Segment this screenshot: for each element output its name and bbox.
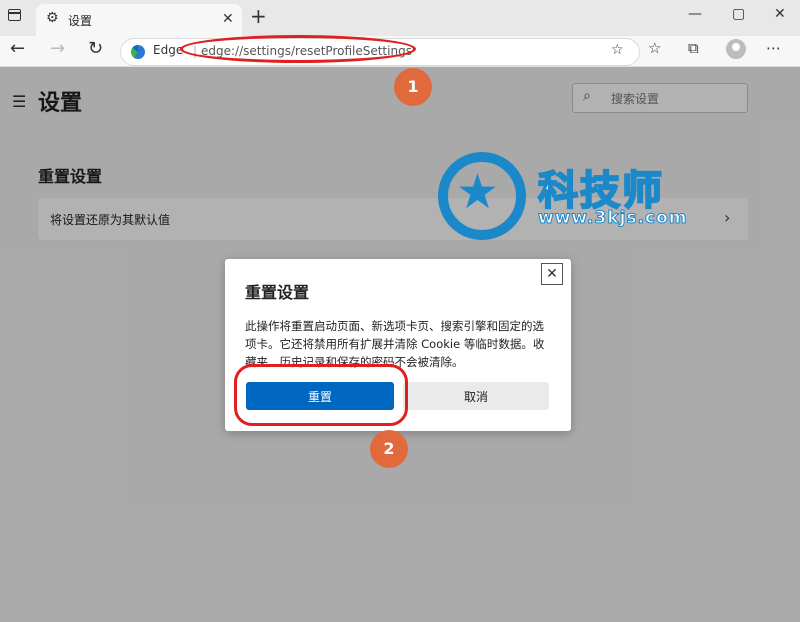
forward-icon[interactable]: → xyxy=(50,38,65,59)
annotation-step-2: 2 xyxy=(370,430,408,468)
close-window-button[interactable]: ✕ xyxy=(774,6,786,22)
annotation-url-highlight xyxy=(180,35,416,63)
maximize-button[interactable]: ▢ xyxy=(732,6,745,22)
watermark-url: www.3kjs.com xyxy=(538,208,688,229)
refresh-icon[interactable]: ↻ xyxy=(88,38,103,59)
tab-strip: ⚙ 设置 ✕ + — ▢ ✕ xyxy=(0,0,800,36)
favorite-add-icon[interactable]: ☆ xyxy=(611,42,624,58)
cancel-button[interactable]: 取消 xyxy=(403,382,549,410)
address-prefix: Edge xyxy=(153,43,184,57)
tab-actions-icon[interactable] xyxy=(8,9,21,21)
favorites-icon[interactable]: ☆ xyxy=(648,39,661,57)
dialog-title: 重置设置 xyxy=(245,283,310,302)
watermark-star-icon: ★ xyxy=(456,164,500,220)
close-icon[interactable]: ✕ xyxy=(541,263,563,285)
more-icon[interactable]: ⋯ xyxy=(766,39,781,57)
dialog-body: 此操作将重置启动页面、新选项卡页、搜索引擎和固定的选项卡。它还将禁用所有扩展并清… xyxy=(245,319,545,369)
new-tab-button[interactable]: + xyxy=(250,4,267,28)
gear-icon: ⚙ xyxy=(46,10,59,26)
minimize-button[interactable]: — xyxy=(688,6,702,22)
profile-icon[interactable] xyxy=(726,39,746,59)
annotation-step-1: 1 xyxy=(394,68,432,106)
annotation-button-highlight xyxy=(234,364,408,426)
back-icon[interactable]: ← xyxy=(10,38,25,59)
tab-title: 设置 xyxy=(68,14,93,28)
tab-settings[interactable]: ⚙ 设置 ✕ xyxy=(36,4,242,36)
tab-close-icon[interactable]: ✕ xyxy=(222,11,234,27)
collections-icon[interactable]: ⧉ xyxy=(688,39,699,57)
